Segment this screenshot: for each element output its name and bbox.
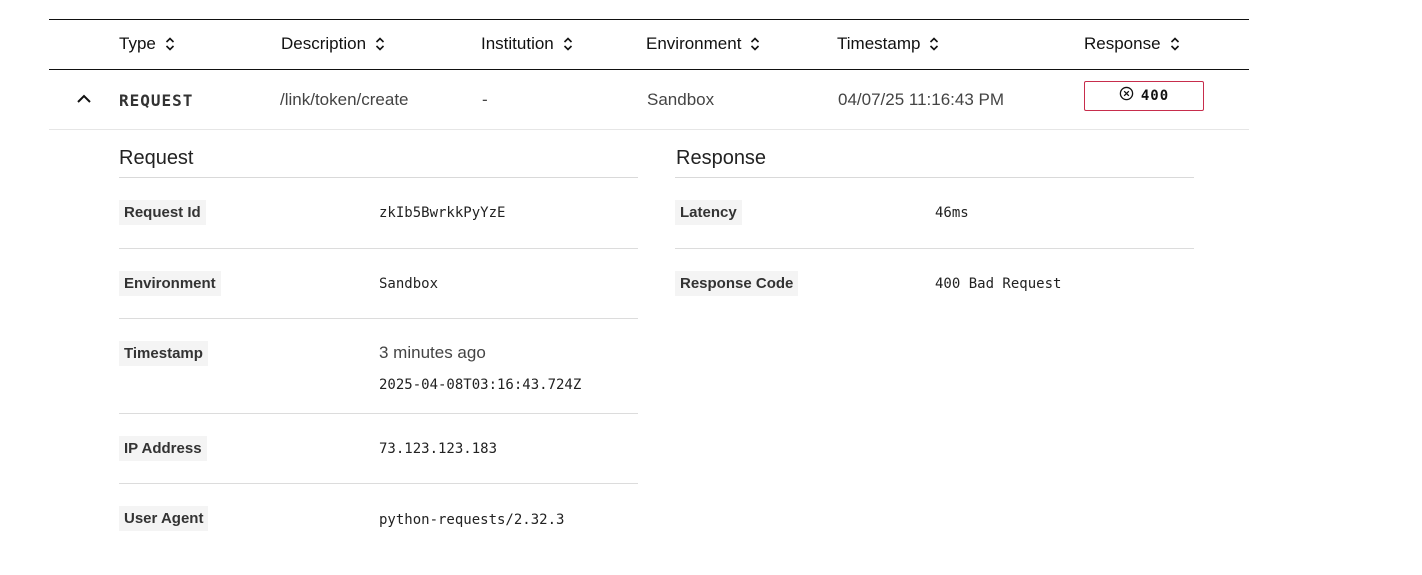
timestamp-iso: 2025-04-08T03:16:43.724Z xyxy=(379,377,582,393)
row-type: REQUEST xyxy=(119,91,194,110)
column-label: Environment xyxy=(646,34,742,53)
column-header-institution[interactable]: Institution xyxy=(481,34,573,54)
timestamp-label: Timestamp xyxy=(119,341,208,366)
user-agent-value[interactable]: python-requests/2.32.3 xyxy=(379,512,564,528)
sort-icon xyxy=(375,36,385,52)
environment-field: Environment Sandbox xyxy=(119,249,638,319)
timestamp-field: Timestamp 3 minutes ago 2025-04-08T03:16… xyxy=(119,319,638,414)
request-id-label: Request Id xyxy=(119,200,206,225)
sort-icon xyxy=(750,36,760,52)
column-label: Timestamp xyxy=(837,34,921,53)
column-header-response[interactable]: Response xyxy=(1084,34,1180,54)
sort-icon xyxy=(563,36,573,52)
sort-icon xyxy=(165,36,175,52)
request-id-field: Request Id zkIb5BwrkkPyYzE xyxy=(119,178,638,249)
ip-address-label: IP Address xyxy=(119,436,207,461)
column-label: Type xyxy=(119,34,156,53)
row-description: /link/token/create xyxy=(280,90,409,109)
table-header: Type Description Institution Environment… xyxy=(49,19,1249,70)
response-section-title: Response xyxy=(676,147,767,169)
user-agent-label: User Agent xyxy=(119,506,209,531)
ip-address-value[interactable]: 73.123.123.183 xyxy=(379,441,497,457)
response-code-field: Response Code 400 Bad Request xyxy=(675,249,1194,319)
column-label: Response xyxy=(1084,34,1161,53)
x-circle-icon xyxy=(1119,86,1134,106)
column-header-description[interactable]: Description xyxy=(281,34,385,54)
request-id-value[interactable]: zkIb5BwrkkPyYzE xyxy=(379,205,505,221)
environment-value: Sandbox xyxy=(379,276,439,292)
response-code: 400 xyxy=(1140,88,1170,104)
environment-label: Environment xyxy=(119,271,221,296)
sort-icon xyxy=(929,36,939,52)
response-code-value: 400 Bad Request xyxy=(935,276,1062,292)
row-institution: - xyxy=(482,90,488,109)
sort-icon xyxy=(1170,36,1180,52)
collapse-row-button[interactable] xyxy=(73,89,95,111)
latency-field: Latency 46ms xyxy=(675,178,1194,249)
response-status-badge[interactable]: 400 xyxy=(1084,81,1204,111)
ip-address-field: IP Address 73.123.123.183 xyxy=(119,414,638,484)
timestamp-relative: 3 minutes ago xyxy=(379,343,486,362)
response-code-label: Response Code xyxy=(675,271,799,296)
request-section-title: Request xyxy=(119,147,194,169)
column-header-environment[interactable]: Environment xyxy=(646,34,760,54)
latency-label: Latency xyxy=(675,200,742,225)
chevron-up-icon xyxy=(76,91,92,109)
row-environment: Sandbox xyxy=(647,90,715,109)
table-row[interactable]: REQUEST /link/token/create - Sandbox 04/… xyxy=(49,70,1249,130)
column-header-timestamp[interactable]: Timestamp xyxy=(837,34,939,54)
row-timestamp: 04/07/25 11:16:43 PM xyxy=(838,90,1005,109)
column-label: Institution xyxy=(481,34,554,53)
column-label: Description xyxy=(281,34,367,53)
latency-value: 46ms xyxy=(935,205,969,221)
user-agent-field: User Agent python-requests/2.32.3 xyxy=(119,484,638,554)
api-log-view: Type Description Institution Environment… xyxy=(0,0,1422,575)
column-header-type[interactable]: Type xyxy=(119,34,175,54)
